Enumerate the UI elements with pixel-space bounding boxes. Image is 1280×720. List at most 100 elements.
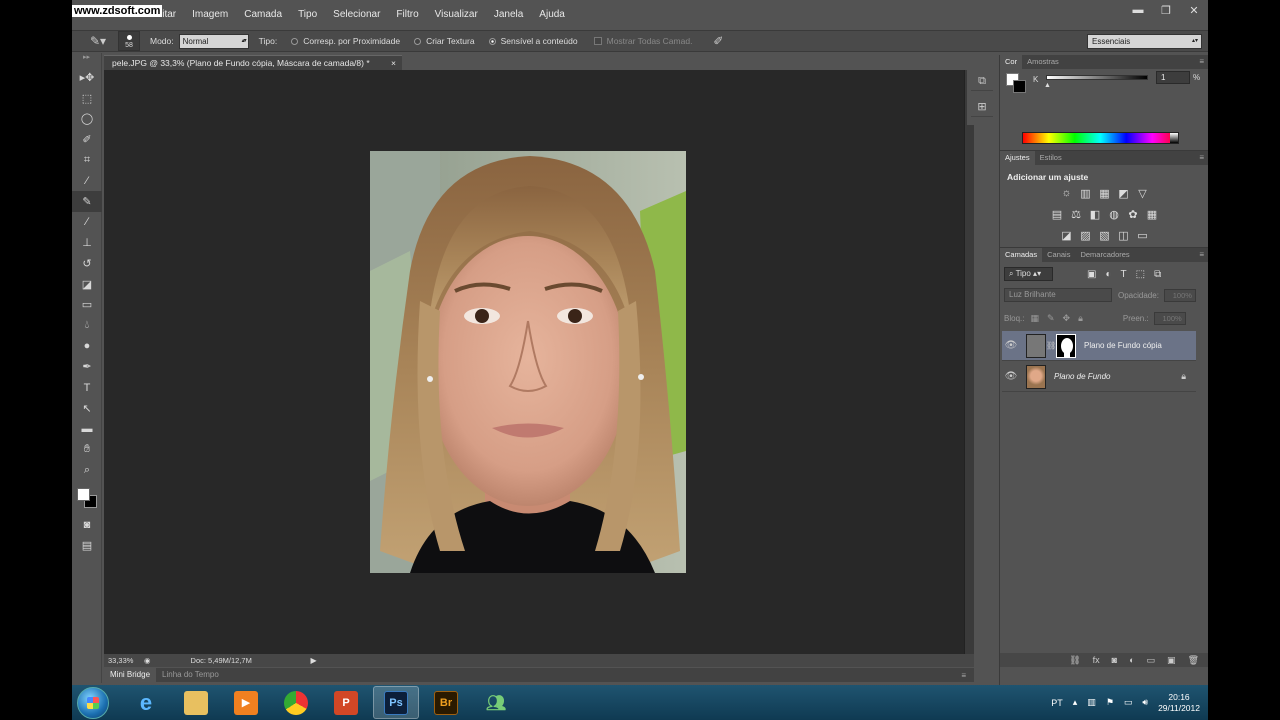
photo-filter-icon[interactable]: ◍ [1108, 208, 1121, 221]
clock[interactable]: 20:16 29/11/2012 [1158, 692, 1200, 714]
tab-timeline[interactable]: Linha do Tempo [156, 668, 225, 682]
eyedropper-tool-icon[interactable]: ⁄ [72, 170, 102, 191]
gradient-tool-icon[interactable]: ▭ [72, 295, 102, 316]
taskbar-file-explorer[interactable] [173, 686, 219, 719]
levels-icon[interactable]: ▥ [1079, 187, 1092, 200]
canvas-area[interactable] [104, 70, 964, 654]
restore-icon[interactable]: ❐ [1158, 4, 1174, 17]
link-layers-icon[interactable]: ⛓ [1069, 655, 1080, 666]
portrait-photo[interactable] [370, 151, 686, 573]
taskbar-powerpoint[interactable]: P [323, 686, 369, 719]
lock-pixels-icon[interactable]: ✎ [1047, 313, 1055, 324]
quick-mask-icon[interactable]: ◙ [72, 515, 102, 536]
tab-adjustments[interactable]: Ajustes [1000, 151, 1035, 165]
brush-tool-icon[interactable]: ∕ [72, 212, 102, 233]
pen-tool-icon[interactable]: ✒ [72, 357, 102, 378]
delete-layer-icon[interactable]: 🗑︎ [1188, 655, 1199, 666]
new-group-icon[interactable]: ▭ [1147, 655, 1156, 666]
shape-filter-icon[interactable]: ⬚ [1136, 269, 1145, 280]
crop-tool-icon[interactable]: ⌗ [72, 150, 102, 171]
link-icon[interactable]: ⛓ [1046, 341, 1056, 350]
network-icon[interactable]: ▥ [1087, 697, 1096, 708]
minimize-icon[interactable]: ▬ [1130, 4, 1146, 17]
blur-tool-icon[interactable]: 💧︎ [72, 315, 102, 336]
opacity-input[interactable]: 100% [1163, 288, 1196, 302]
panel-menu-icon[interactable]: ≡ [961, 671, 966, 680]
k-slider[interactable] [1046, 75, 1148, 80]
close-icon[interactable]: ✕ [1186, 4, 1202, 17]
layer-row-background-copy[interactable]: 👁︎ ⛓ Plano de Fundo cópia [1002, 331, 1196, 361]
posterize-icon[interactable]: ▨ [1079, 229, 1092, 242]
panel-grip-icon[interactable]: ▸▸ [72, 53, 101, 67]
eraser-tool-icon[interactable]: ◪ [72, 274, 102, 295]
smart-object-filter-icon[interactable]: ⧉ [1154, 269, 1161, 280]
menu-filtro[interactable]: Filtro [388, 0, 426, 30]
layer-kind-select[interactable]: ⌕ Tipo ▴▾ [1004, 267, 1053, 281]
menu-tipo[interactable]: Tipo [290, 0, 325, 30]
blend-mode-select[interactable]: Luz Brilhante [1004, 288, 1112, 302]
healing-brush-tool-icon[interactable]: ✎ [72, 191, 102, 212]
history-brush-tool-icon[interactable]: ↺ [72, 253, 102, 274]
new-layer-icon[interactable]: ▣ [1167, 655, 1176, 666]
document-tab[interactable]: pele.JPG @ 33,3% (Plano de Fundo cópia, … [104, 55, 402, 70]
taskbar-media-player[interactable]: ▶ [223, 686, 269, 719]
eye-icon[interactable]: 👁︎ [1002, 371, 1020, 382]
stamp-tool-icon[interactable]: ⊥ [72, 233, 102, 254]
color-lookup-icon[interactable]: ▦ [1146, 208, 1159, 221]
channel-mixer-icon[interactable]: ✿ [1127, 208, 1140, 221]
invert-icon[interactable]: ◪ [1060, 229, 1073, 242]
flag-icon[interactable]: ⚑ [1106, 697, 1114, 708]
menu-ajuda[interactable]: Ajuda [531, 0, 573, 30]
sample-all-layers-checkbox[interactable]: Mostrar Todas Camad. [578, 36, 692, 46]
display-icon[interactable]: ▭ [1124, 697, 1133, 708]
layer-row-background[interactable]: 👁︎ Plano de Fundo 🔒︎ [1002, 362, 1196, 392]
screen-mode-icon[interactable]: ▤ [72, 535, 102, 556]
adjustment-filter-icon[interactable]: ◐ [1105, 269, 1111, 280]
slider-thumb-icon[interactable]: ▲ [1044, 82, 1051, 89]
lock-position-icon[interactable]: ✥ [1063, 313, 1071, 324]
background-color-swatch[interactable] [1013, 80, 1026, 93]
lasso-tool-icon[interactable]: ◯ [72, 108, 102, 129]
selective-color-icon[interactable]: ◫ [1117, 229, 1130, 242]
eye-icon[interactable]: 👁︎ [1002, 340, 1020, 351]
black-white-icon[interactable]: ◧ [1089, 208, 1102, 221]
type-content-aware-radio[interactable]: Sensível a conteúdo [475, 36, 578, 46]
hand-tool-icon[interactable]: ✋︎ [72, 439, 102, 460]
marquee-tool-icon[interactable]: ⬚ [72, 88, 102, 109]
close-document-icon[interactable]: × [391, 56, 396, 71]
curves-icon[interactable]: ▦ [1098, 187, 1111, 200]
mode-select[interactable]: Normal [178, 33, 249, 49]
new-adjustment-icon[interactable]: ◐ [1129, 655, 1134, 665]
tab-paths[interactable]: Demarcadores [1075, 248, 1134, 262]
taskbar-messenger[interactable]: 👥︎ [473, 686, 519, 719]
volume-icon[interactable]: 🔊︎ [1142, 697, 1148, 708]
properties-panel-icon[interactable]: ⊞ [971, 97, 993, 117]
lock-transparency-icon[interactable]: ▦ [1030, 313, 1039, 324]
color-swatches[interactable] [72, 481, 102, 515]
path-selection-tool-icon[interactable]: ↖ [72, 398, 102, 419]
panel-menu-icon[interactable]: ≡ [1199, 151, 1204, 165]
zoom-level[interactable]: 33,33% [104, 656, 144, 665]
taskbar-photoshop[interactable]: Ps [373, 686, 419, 719]
exposure-icon[interactable]: ◩ [1117, 187, 1130, 200]
brightness-icon[interactable]: ☼ [1060, 187, 1073, 200]
language-indicator[interactable]: PT [1051, 698, 1063, 708]
move-tool-icon[interactable]: ▸✥ [72, 67, 102, 88]
tab-swatches[interactable]: Amostras [1022, 55, 1064, 69]
menu-visualizar[interactable]: Visualizar [427, 0, 486, 30]
menu-selecionar[interactable]: Selecionar [325, 0, 388, 30]
status-menu-arrow-icon[interactable]: ▶ [311, 656, 317, 665]
layer-mask-thumbnail[interactable] [1056, 333, 1076, 358]
taskbar-internet-explorer[interactable]: e [123, 686, 169, 719]
pixel-filter-icon[interactable]: ▣ [1087, 269, 1096, 280]
tab-mini-bridge[interactable]: Mini Bridge [104, 668, 157, 682]
taskbar-chrome[interactable] [273, 686, 319, 719]
threshold-icon[interactable]: ▧ [1098, 229, 1111, 242]
history-panel-icon[interactable]: ⧉ [971, 71, 993, 91]
menu-janela[interactable]: Janela [486, 0, 531, 30]
panel-menu-icon[interactable]: ≡ [1199, 248, 1204, 262]
tab-channels[interactable]: Canais [1042, 248, 1075, 262]
dodge-tool-icon[interactable]: ● [72, 336, 102, 357]
pressure-icon[interactable]: ✐ [704, 31, 732, 51]
color-spectrum[interactable] [1022, 132, 1179, 144]
